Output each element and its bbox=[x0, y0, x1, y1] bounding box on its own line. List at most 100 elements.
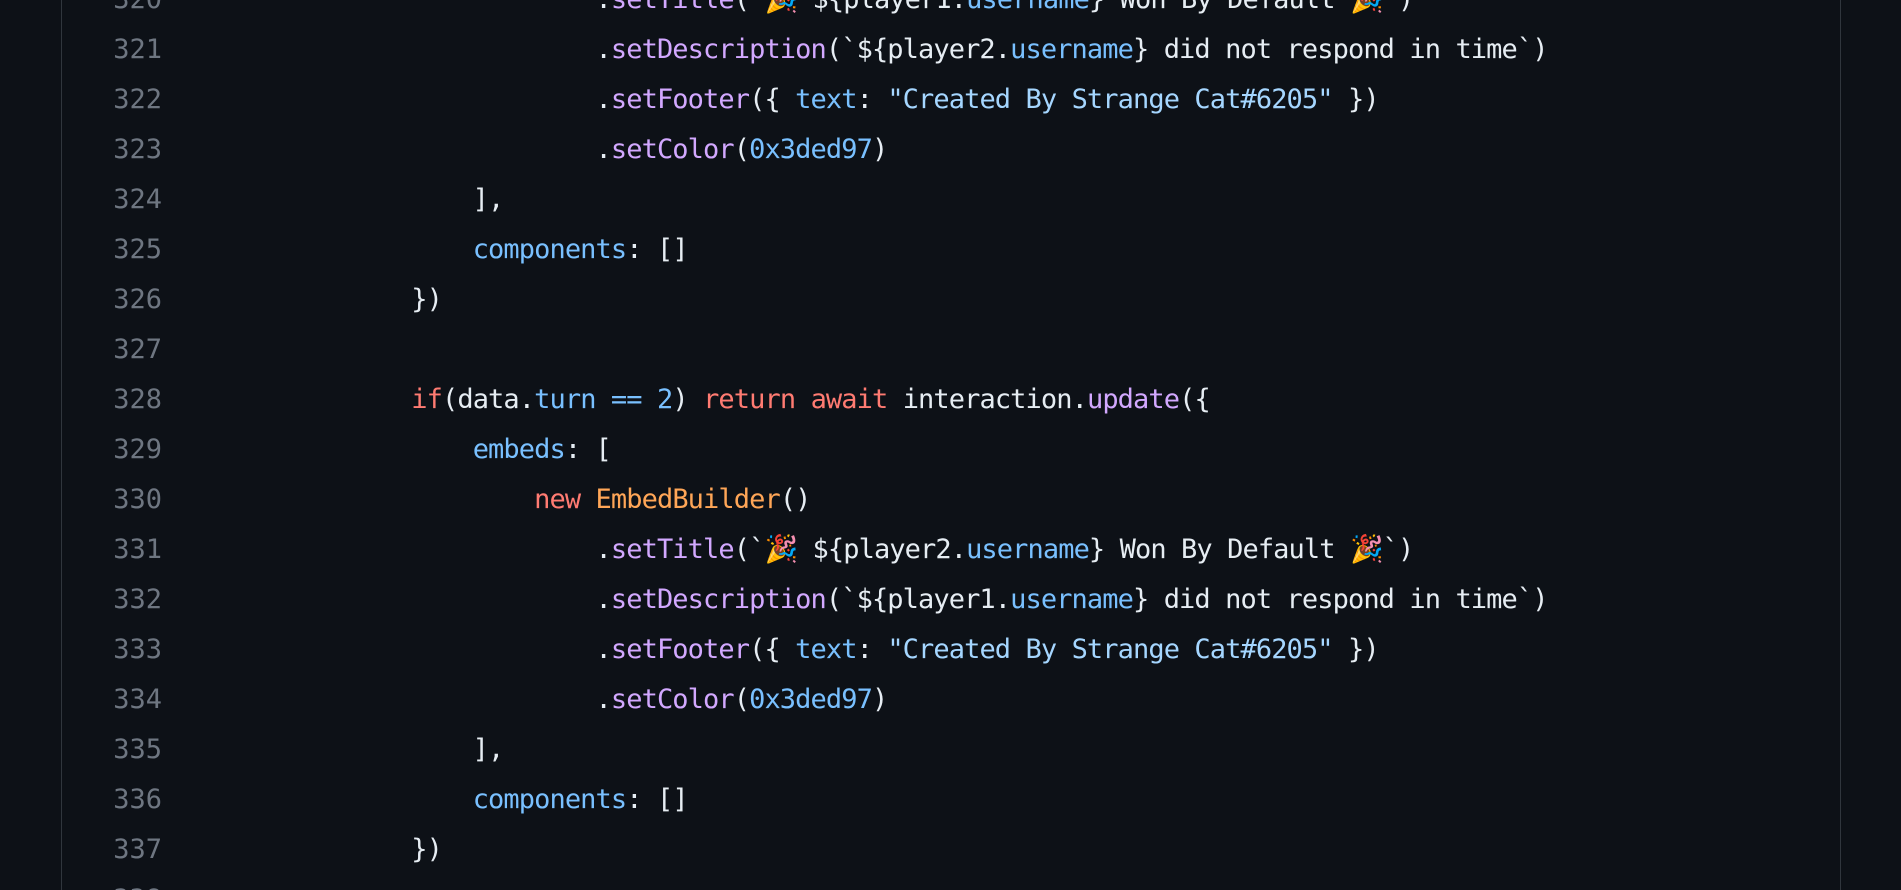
code-token: . bbox=[595, 634, 612, 665]
line-number[interactable]: 333 bbox=[62, 625, 162, 675]
code-token: username bbox=[966, 534, 1090, 565]
code-token: (`${player2. bbox=[825, 34, 1011, 65]
code-token: EmbedBuilder bbox=[595, 484, 781, 515]
code-token: (data. bbox=[441, 384, 535, 415]
code-token: text bbox=[795, 634, 857, 665]
code-token: . bbox=[596, 0, 612, 15]
code-line: 337 }) bbox=[62, 825, 1840, 875]
code-token: }) bbox=[1332, 634, 1380, 665]
line-number[interactable]: 320 bbox=[62, 0, 162, 25]
code-token: ({ bbox=[749, 84, 796, 115]
code-line: 321 .setDescription(`${player2.username}… bbox=[62, 25, 1840, 75]
code-token: update bbox=[1086, 384, 1180, 415]
code-token: await bbox=[810, 384, 889, 415]
code-token: 0x3ded97 bbox=[749, 684, 873, 715]
line-code: components: [] bbox=[227, 225, 689, 275]
line-code: .setFooter({ text: "Created By Strange C… bbox=[227, 625, 1380, 675]
line-number[interactable]: 325 bbox=[62, 225, 162, 275]
code-token: }) bbox=[227, 284, 443, 315]
code-line: 330 new EmbedBuilder() bbox=[62, 475, 1840, 525]
line-number[interactable]: 324 bbox=[62, 175, 162, 225]
code-token: username bbox=[966, 0, 1090, 15]
line-code: ], bbox=[227, 175, 505, 225]
code-token: . bbox=[595, 134, 612, 165]
line-code: embeds: [ bbox=[227, 425, 612, 475]
code-token: setDescription bbox=[610, 34, 827, 65]
line-number[interactable]: 337 bbox=[62, 825, 162, 875]
code-token: ( bbox=[733, 684, 750, 715]
code-token: setTitle bbox=[611, 0, 735, 15]
code-token: } did not respond in time`) bbox=[1132, 584, 1549, 615]
code-block[interactable]: 320 .setTitle(`🎉 ${player1.username} Won… bbox=[61, 0, 1841, 890]
code-token: (`${player1. bbox=[825, 584, 1011, 615]
code-token: if bbox=[411, 384, 443, 415]
line-code: ], bbox=[227, 725, 505, 775]
code-token: components bbox=[472, 234, 627, 265]
code-line: 326 }) bbox=[62, 275, 1840, 325]
code-token: } Won By Default 🎉`) bbox=[1089, 0, 1414, 15]
code-token: . bbox=[595, 84, 612, 115]
code-line: 334 .setColor(0x3ded97) bbox=[62, 675, 1840, 725]
line-number[interactable]: 338 bbox=[62, 875, 162, 890]
code-token: setColor bbox=[610, 684, 735, 715]
line-number[interactable]: 329 bbox=[62, 425, 162, 475]
code-token: : bbox=[856, 634, 888, 665]
line-number[interactable]: 323 bbox=[62, 125, 162, 175]
code-line: 325 components: [] bbox=[62, 225, 1840, 275]
line-number[interactable]: 334 bbox=[62, 675, 162, 725]
code-token: username bbox=[1010, 34, 1134, 65]
code-token: "Created By Strange Cat#6205" bbox=[887, 634, 1333, 665]
code-line: 332 .setDescription(`${player1.username}… bbox=[62, 575, 1840, 625]
line-number[interactable]: 332 bbox=[62, 575, 162, 625]
code-line: 323 .setColor(0x3ded97) bbox=[62, 125, 1840, 175]
line-number[interactable]: 326 bbox=[62, 275, 162, 325]
line-number[interactable]: 321 bbox=[62, 25, 162, 75]
line-code: }) bbox=[227, 825, 443, 875]
line-number[interactable]: 336 bbox=[62, 775, 162, 825]
line-number[interactable]: 328 bbox=[62, 375, 162, 425]
line-number[interactable]: 327 bbox=[62, 325, 162, 375]
code-token: . bbox=[595, 34, 612, 65]
code-line: 322 .setFooter({ text: "Created By Stran… bbox=[62, 75, 1840, 125]
code-line: 333 .setFooter({ text: "Created By Stran… bbox=[62, 625, 1840, 675]
code-token: ( bbox=[733, 134, 750, 165]
line-number[interactable]: 322 bbox=[62, 75, 162, 125]
line-number[interactable]: 330 bbox=[62, 475, 162, 525]
code-token: return bbox=[703, 384, 796, 415]
code-lines: 320 .setTitle(`🎉 ${player1.username} Won… bbox=[62, 0, 1840, 890]
code-line: 338 bbox=[62, 875, 1840, 890]
code-line: 335 ], bbox=[62, 725, 1840, 775]
code-token: setColor bbox=[610, 134, 735, 165]
code-token: interaction. bbox=[887, 384, 1088, 415]
code-token: . bbox=[595, 584, 612, 615]
line-code: .setColor(0x3ded97) bbox=[227, 125, 889, 175]
line-code: if(data.turn == 2) return await interact… bbox=[227, 375, 1210, 425]
code-token: ({ bbox=[1179, 384, 1211, 415]
code-token: == bbox=[610, 384, 643, 415]
code-line: 329 embeds: [ bbox=[62, 425, 1840, 475]
code-token: "Created By Strange Cat#6205" bbox=[887, 84, 1333, 115]
code-line: 320 .setTitle(`🎉 ${player1.username} Won… bbox=[62, 0, 1840, 25]
line-number[interactable]: 335 bbox=[62, 725, 162, 775]
code-token: turn bbox=[534, 384, 596, 415]
line-code: .setDescription(`${player2.username} did… bbox=[227, 25, 1549, 75]
line-code: }) bbox=[227, 275, 443, 325]
code-token: 2 bbox=[656, 384, 673, 415]
code-token: ) bbox=[871, 134, 888, 165]
line-code: .setTitle(`🎉 ${player2.username} Won By … bbox=[227, 525, 1415, 575]
code-token: setDescription bbox=[610, 584, 827, 615]
line-number[interactable]: 331 bbox=[62, 525, 162, 575]
